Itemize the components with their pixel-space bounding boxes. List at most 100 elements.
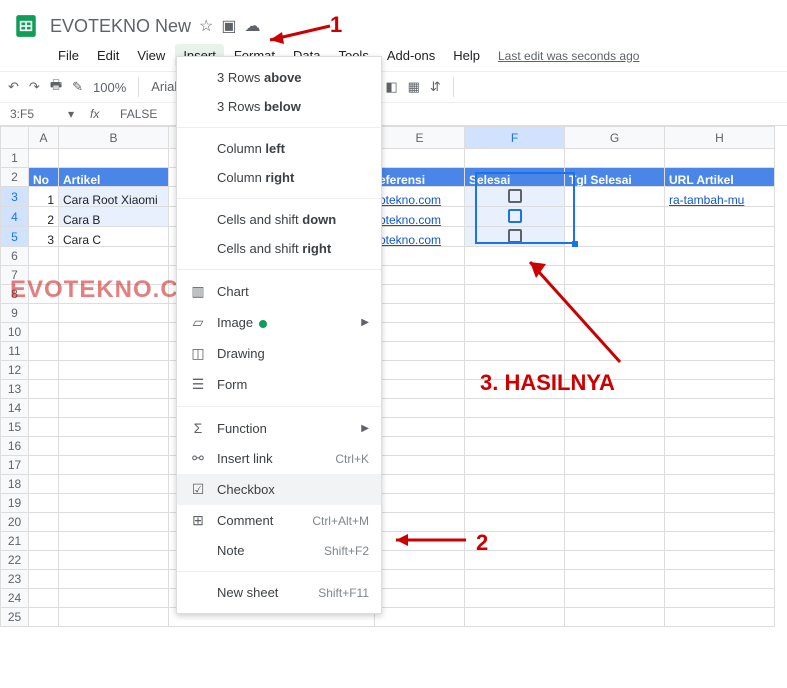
cell[interactable]: Cara Root Xiaomi <box>59 187 169 207</box>
cell[interactable] <box>375 149 465 168</box>
cell[interactable] <box>29 456 59 475</box>
cell[interactable] <box>665 323 775 342</box>
cell[interactable] <box>375 437 465 456</box>
menuitem-image[interactable]: ▱Image▶ <box>177 307 381 338</box>
row-header[interactable]: 21 <box>1 532 29 551</box>
cell[interactable] <box>565 532 665 551</box>
cell[interactable] <box>565 266 665 285</box>
cell[interactable] <box>59 589 169 608</box>
cell[interactable] <box>465 285 565 304</box>
cell[interactable]: Artikel <box>59 168 169 187</box>
cell[interactable] <box>59 608 169 627</box>
last-edit-label[interactable]: Last edit was seconds ago <box>498 49 639 63</box>
col-header-g[interactable]: G <box>565 127 665 149</box>
menuitem-chart[interactable]: ▥Chart <box>177 276 381 307</box>
selection-handle[interactable] <box>572 241 578 247</box>
cell[interactable] <box>29 304 59 323</box>
cell[interactable]: eferensi <box>375 168 465 187</box>
cell[interactable] <box>565 380 665 399</box>
cell[interactable] <box>59 304 169 323</box>
merge-icon[interactable]: ⇵ <box>430 79 441 95</box>
cell[interactable] <box>465 475 565 494</box>
cell[interactable] <box>565 187 665 207</box>
cell[interactable] <box>465 399 565 418</box>
cell[interactable] <box>29 149 59 168</box>
cell[interactable] <box>29 323 59 342</box>
cell[interactable] <box>465 456 565 475</box>
cell[interactable] <box>465 418 565 437</box>
cell[interactable] <box>565 437 665 456</box>
menuitem-note[interactable]: NoteShift+F2 <box>177 536 381 565</box>
col-header-h[interactable]: H <box>665 127 775 149</box>
cell[interactable] <box>59 551 169 570</box>
cell[interactable] <box>29 380 59 399</box>
cell[interactable]: URL Artikel <box>665 168 775 187</box>
cell[interactable] <box>375 285 465 304</box>
cell[interactable] <box>665 304 775 323</box>
menuitem-column-left[interactable]: Column left <box>177 134 381 163</box>
cell[interactable] <box>465 570 565 589</box>
cell[interactable]: Cara B <box>59 207 169 227</box>
menuitem-new-sheet[interactable]: New sheetShift+F11 <box>177 578 381 607</box>
row-header[interactable]: 5 <box>1 227 29 247</box>
cell[interactable] <box>565 323 665 342</box>
cell[interactable] <box>375 247 465 266</box>
cell[interactable] <box>665 227 775 247</box>
cell[interactable] <box>59 456 169 475</box>
redo-icon[interactable]: ↷ <box>29 79 40 95</box>
sheets-logo-icon[interactable] <box>8 8 44 44</box>
menu-addons[interactable]: Add-ons <box>379 44 443 67</box>
row-header[interactable]: 17 <box>1 456 29 475</box>
zoom-dropdown[interactable]: 100% <box>93 80 126 95</box>
cell[interactable]: No <box>29 168 59 187</box>
cell[interactable] <box>565 494 665 513</box>
cell[interactable] <box>465 323 565 342</box>
cell[interactable] <box>665 437 775 456</box>
cell[interactable]: 3 <box>29 227 59 247</box>
cell[interactable] <box>29 399 59 418</box>
cell-checkbox[interactable] <box>465 187 565 207</box>
cell[interactable] <box>375 589 465 608</box>
cell[interactable] <box>59 494 169 513</box>
cell[interactable] <box>465 247 565 266</box>
cell[interactable] <box>665 285 775 304</box>
cell[interactable] <box>665 418 775 437</box>
col-header-a[interactable]: A <box>29 127 59 149</box>
cell[interactable] <box>59 149 169 168</box>
name-box[interactable]: 3:F5 <box>8 105 68 123</box>
row-header[interactable]: 10 <box>1 323 29 342</box>
cell[interactable] <box>465 608 565 627</box>
cell[interactable] <box>59 342 169 361</box>
cell[interactable] <box>375 399 465 418</box>
row-header[interactable]: 15 <box>1 418 29 437</box>
cell[interactable] <box>59 399 169 418</box>
cell[interactable] <box>59 475 169 494</box>
cell[interactable] <box>665 456 775 475</box>
star-icon[interactable]: ☆ <box>199 16 213 36</box>
row-header[interactable]: 25 <box>1 608 29 627</box>
row-header[interactable]: 22 <box>1 551 29 570</box>
cell[interactable] <box>565 418 665 437</box>
cell[interactable] <box>59 361 169 380</box>
cell[interactable] <box>465 494 565 513</box>
cell[interactable] <box>375 323 465 342</box>
cell[interactable] <box>59 418 169 437</box>
cell[interactable]: 1 <box>29 187 59 207</box>
paint-format-icon[interactable]: ✎ <box>72 79 83 95</box>
row-header[interactable]: 24 <box>1 589 29 608</box>
menuitem-insert-link[interactable]: ⚯Insert linkCtrl+K <box>177 443 381 474</box>
menuitem-cells-right[interactable]: Cells and shift right <box>177 234 381 263</box>
cell[interactable] <box>29 608 59 627</box>
row-header[interactable]: 6 <box>1 247 29 266</box>
row-header[interactable]: 18 <box>1 475 29 494</box>
menuitem-drawing[interactable]: ◫Drawing <box>177 338 381 369</box>
cell[interactable] <box>375 418 465 437</box>
cell[interactable] <box>465 266 565 285</box>
row-header[interactable]: 4 <box>1 207 29 227</box>
cell[interactable] <box>665 608 775 627</box>
undo-icon[interactable]: ↶ <box>8 79 19 95</box>
row-header[interactable]: 11 <box>1 342 29 361</box>
select-all-corner[interactable] <box>1 127 29 149</box>
cell[interactable] <box>29 418 59 437</box>
cell[interactable] <box>465 342 565 361</box>
